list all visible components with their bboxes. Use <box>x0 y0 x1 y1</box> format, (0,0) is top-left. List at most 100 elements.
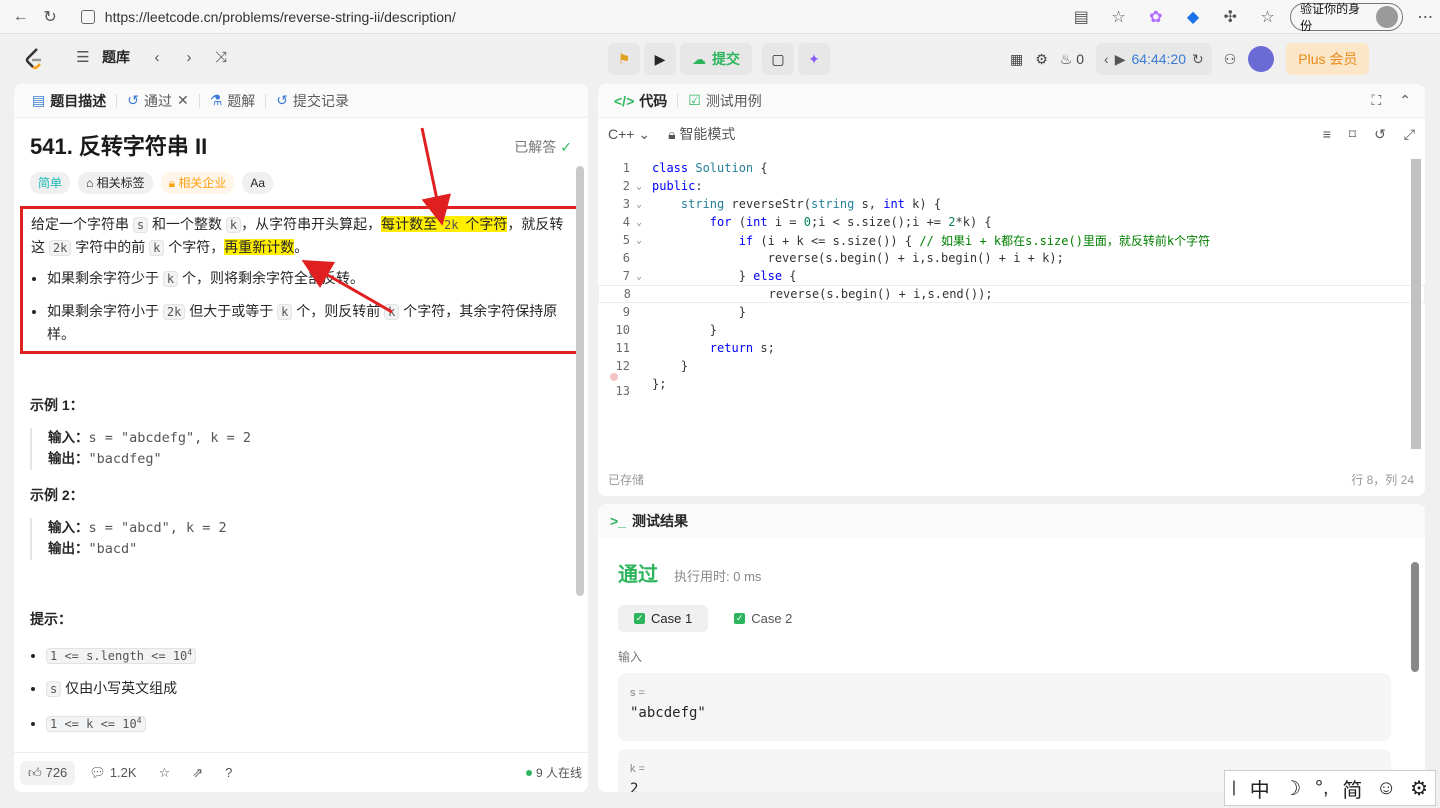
code-line[interactable]: 6 reverse(s.begin() + i,s.begin() + i + … <box>598 249 1425 267</box>
submit-button[interactable]: ☁ 提交 <box>680 43 752 75</box>
debug-button[interactable]: ⚑ <box>608 43 640 75</box>
expand-icon[interactable]: ⤢ <box>1404 126 1415 143</box>
random-problem-icon[interactable]: ⤨ <box>208 49 234 66</box>
fold-chevron-icon[interactable]: ⌄ <box>636 181 652 192</box>
language-select[interactable]: C++ ⌄ <box>608 126 650 143</box>
ai-sparkle-button[interactable]: ✦ <box>798 43 830 75</box>
description-scrollbar[interactable] <box>576 166 584 596</box>
problem-list-icon[interactable]: ☰ <box>70 48 96 66</box>
code-line[interactable]: 7 ⌄ } else { <box>598 267 1425 285</box>
code-line[interactable]: 8 reverse(s.begin() + i,s.end()); <box>598 285 1425 303</box>
fold-chevron-icon[interactable]: ⌄ <box>636 217 652 228</box>
code-line[interactable]: 3 ⌄ string reverseStr(string s, int k) { <box>598 195 1425 213</box>
case-tabs: ✓ Case 1 ✓ Case 2 <box>618 605 1425 632</box>
result-scrollbar[interactable] <box>1411 562 1419 672</box>
code-line[interactable]: 9 } <box>598 303 1425 321</box>
plus-member-button[interactable]: Plus 会员 <box>1286 43 1370 75</box>
code-line[interactable]: 1 class Solution { <box>598 159 1425 177</box>
leetcode-logo[interactable] <box>24 47 46 71</box>
site-info-icon[interactable] <box>80 9 95 24</box>
collapse-icon[interactable]: ⌃ <box>1399 92 1411 109</box>
favorites-icon[interactable]: ☆ <box>1253 2 1282 32</box>
code-line[interactable]: 2 ⌄ public: <box>598 177 1425 195</box>
favorite-star-icon[interactable]: ☆ <box>1104 2 1133 32</box>
tab-code[interactable]: </> 代码 <box>608 91 673 111</box>
ime-settings-icon[interactable]: ⚙ <box>1410 776 1428 801</box>
code-editor[interactable]: 1 class Solution {2 ⌄ public: 3 ⌄ string reve… <box>598 159 1425 449</box>
translate-button[interactable]: Aa <box>242 172 274 194</box>
tab-testcase[interactable]: ☑ 测试用例 <box>682 91 768 111</box>
tab-solutions[interactable]: ⚗ 题解 <box>204 91 262 111</box>
ime-emoji-icon[interactable]: ☺ <box>1376 777 1396 800</box>
more-menu-icon[interactable]: ⋯ <box>1411 2 1440 32</box>
ime-punctuation-toggle[interactable]: °, <box>1315 777 1329 800</box>
problem-title[interactable]: 541. 反转字符串 II <box>30 136 207 158</box>
streak-fire-icon[interactable]: ♨ 0 <box>1060 51 1084 68</box>
tab-accepted[interactable]: ↺ 通过 ✕ <box>121 91 194 111</box>
top-nav: ☰ 题库 ‹ › ⤨ ⚑ ▶ ☁ 提交 ▢ ✦ ▦ ⚙ ♨ 0 ‹ ▶ 64:4… <box>0 35 1440 83</box>
add-friend-icon[interactable]: ⚇ <box>1224 51 1237 68</box>
mode-label: 智能模式 <box>679 126 736 142</box>
code-line[interactable]: 12 } <box>598 357 1425 375</box>
close-icon[interactable]: ✕ <box>177 92 189 109</box>
fold-chevron-icon[interactable]: ⌄ <box>636 199 652 210</box>
breakpoint-dot[interactable] <box>610 373 618 381</box>
extensions-puzzle-icon[interactable]: ✣ <box>1216 2 1245 32</box>
case-1-tab[interactable]: ✓ Case 1 <box>618 605 709 632</box>
comments-button[interactable]: 💬︎ 1.2K <box>81 761 144 785</box>
fold-chevron-icon[interactable]: ⌄ <box>636 235 652 246</box>
editor-scrollbar[interactable] <box>1411 159 1421 449</box>
ime-simplified-toggle[interactable]: 简 <box>1342 774 1362 803</box>
reading-view-icon[interactable]: ▤ <box>1067 2 1096 32</box>
format-icon[interactable]: ≡ <box>1323 126 1331 142</box>
ime-toolbar: | 中 ☽ °, 简 ☺ ⚙ <box>1224 770 1436 806</box>
difficulty-badge[interactable]: 简单 <box>30 172 71 194</box>
share-button[interactable]: ⇗ <box>184 761 211 785</box>
prev-problem-icon[interactable]: ‹ <box>144 49 170 66</box>
problem-bank-link[interactable]: 题库 <box>102 47 130 67</box>
code-line[interactable]: 4 ⌄ for (int i = 0;i < s.size();i += 2*k)… <box>598 213 1425 231</box>
reload-icon[interactable]: ↻ <box>35 2 64 32</box>
like-button[interactable]: 👍︎ 726 <box>20 760 76 785</box>
help-button[interactable]: ? <box>217 761 240 784</box>
user-avatar[interactable] <box>1248 46 1275 72</box>
fold-chevron-icon[interactable]: ⌄ <box>636 271 652 282</box>
ime-handle-icon[interactable]: | <box>1232 779 1236 797</box>
address-bar[interactable]: https://leetcode.cn/problems/reverse-str… <box>71 3 1061 31</box>
mode-toggle[interactable]: 🔒︎ 智能模式 <box>668 124 735 144</box>
profile-verify-button[interactable]: 验证你的身份 <box>1290 2 1403 33</box>
code-line[interactable]: 5 ⌄ if (i + k <= s.size()) { // 如果i + k都在… <box>598 231 1425 249</box>
code-line[interactable]: 11 return s; <box>598 339 1425 357</box>
bookmark-icon[interactable]: ⌑ <box>1349 126 1356 143</box>
layout-icon[interactable]: ▦ <box>1010 51 1023 68</box>
result-title[interactable]: 测试结果 <box>632 511 688 531</box>
run-button[interactable]: ▶ <box>644 43 676 75</box>
case-2-tab[interactable]: ✓ Case 2 <box>718 605 808 632</box>
reset-icon[interactable]: ↺ <box>1374 126 1386 143</box>
related-tags-button[interactable]: ⌂ 相关标签 <box>78 172 153 194</box>
tab-description[interactable]: ▤ 题目描述 <box>26 91 112 111</box>
tab-submissions[interactable]: ↺ 提交记录 <box>270 91 355 111</box>
notes-button[interactable]: ▢ <box>762 43 794 75</box>
extension-blue-icon[interactable]: ◆ <box>1178 2 1207 32</box>
favorite-button[interactable]: ☆ <box>151 761 179 785</box>
settings-gear-icon[interactable]: ⚙ <box>1035 51 1048 68</box>
code-line[interactable]: 10 } <box>598 321 1425 339</box>
related-companies-button[interactable]: 🔒︎ 相关企业 <box>160 172 235 194</box>
line-number: 4 <box>622 215 630 229</box>
ime-moon-icon[interactable]: ☽ <box>1283 776 1301 801</box>
extension-brain-icon[interactable]: ✿ <box>1141 2 1170 32</box>
thumbs-up-icon: 👍︎ <box>28 764 42 780</box>
line-number: 8 <box>623 287 631 301</box>
ime-chinese-toggle[interactable]: 中 <box>1250 774 1270 803</box>
next-problem-icon[interactable]: › <box>176 49 202 66</box>
code-line[interactable]: 13}; <box>598 373 1425 398</box>
timer-collapse-icon[interactable]: ‹ <box>1104 51 1109 67</box>
back-icon[interactable]: ← <box>6 2 35 32</box>
timer-play-icon[interactable]: ▶ <box>1115 51 1126 68</box>
timer-widget[interactable]: ‹ ▶ 64:44:20 ↻ <box>1096 43 1212 75</box>
timer-reset-icon[interactable]: ↻ <box>1192 51 1204 68</box>
related-tags-label: 相关标签 <box>96 176 145 190</box>
output-label: 输出： <box>48 541 89 557</box>
fullscreen-icon[interactable]: ⛶ <box>1371 92 1381 109</box>
